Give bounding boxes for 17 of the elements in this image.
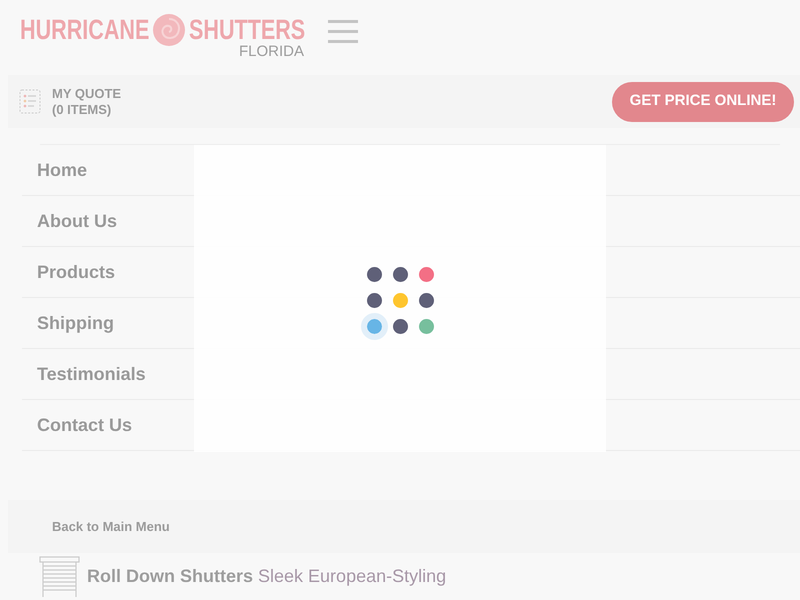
nav-link[interactable]: Testimonials xyxy=(37,360,146,388)
nav-link[interactable]: About Us xyxy=(37,208,117,234)
back-link[interactable]: Back to Main Menu xyxy=(52,516,170,536)
nav-link[interactable]: Home xyxy=(37,156,88,184)
nav-link[interactable]: Contact Us xyxy=(37,412,132,438)
product-link[interactable]: Roll Down Shutters Sleek European-Styling xyxy=(87,563,446,590)
logo-subtitle: FLORIDA xyxy=(238,44,304,59)
roller-shutter-icon xyxy=(39,556,80,598)
my-quote-link[interactable]: MY QUOTE (0 ITEMS) xyxy=(52,86,122,118)
logo-text: HURRICANE xyxy=(20,14,150,46)
quote-list-icon xyxy=(19,89,41,114)
get-price-button[interactable]: GET PRICE ONLINE! xyxy=(612,82,794,122)
nav-link[interactable]: Shipping xyxy=(37,310,114,336)
logo-text: SHUTTERS xyxy=(189,14,306,46)
nav-link[interactable]: Products xyxy=(37,258,116,286)
menu-icon[interactable] xyxy=(328,20,358,43)
logo-swirl-icon xyxy=(153,14,185,46)
